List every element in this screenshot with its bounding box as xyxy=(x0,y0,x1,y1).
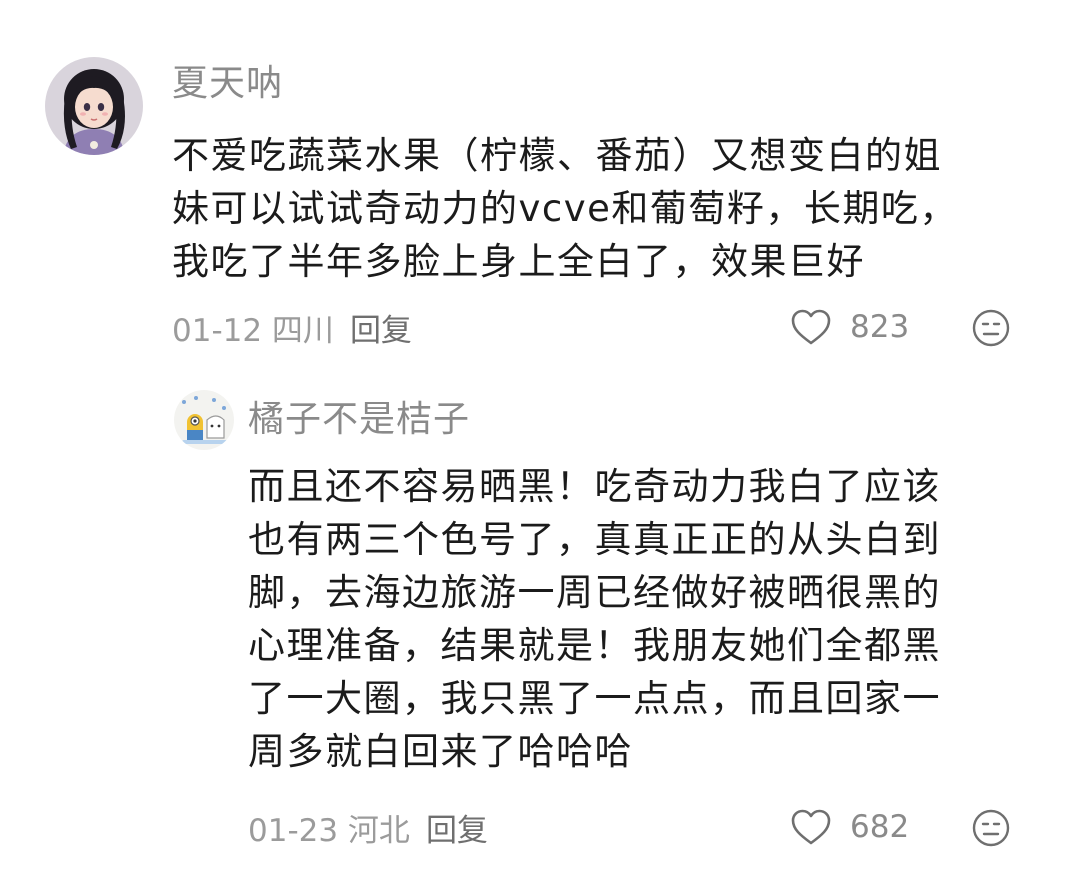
comment-text-line: 周多就白回来了哈哈哈 xyxy=(248,730,633,773)
main-comment-text: 不爱吃蔬菜水果（柠檬、番茄）又想变白的姐 妹可以试试奇动力的vcve和葡萄籽，长… xyxy=(172,129,1042,288)
reply-comment-text: 而且还不容易晒黑！吃奇动力我白了应该 也有两三个色号了，真真正正的从头白到 脚，… xyxy=(248,460,1038,778)
like-count: 682 xyxy=(850,809,910,845)
comment-text-line: 我吃了半年多脸上身上全白了，效果巨好 xyxy=(172,240,865,283)
like-count: 823 xyxy=(850,309,910,345)
comment-text-line: 心理准备，结果就是！我朋友她们全都黑 xyxy=(248,624,941,667)
comment-text-line: 而且还不容易晒黑！吃奇动力我白了应该 xyxy=(248,465,941,508)
like-button[interactable]: 823 xyxy=(790,305,909,349)
comment-text-line: 妹可以试试奇动力的vcve和葡萄籽，长期吃， xyxy=(172,187,958,230)
comment-text-line: 也有两三个色号了，真真正正的从头白到 xyxy=(248,518,941,561)
comment-text-line: 脚，去海边旅游一周已经做好被晒很黑的 xyxy=(248,571,941,614)
reply-button[interactable]: 回复 xyxy=(350,305,412,350)
heart-outline-icon[interactable] xyxy=(790,308,832,346)
girl-avatar-icon[interactable] xyxy=(45,57,143,155)
unhappy-face-icon[interactable] xyxy=(972,809,1010,847)
unhappy-face-icon[interactable] xyxy=(972,309,1010,347)
comment-text-line: 了一大圈，我只黑了一点点，而且回家一 xyxy=(248,677,941,720)
heart-outline-icon[interactable] xyxy=(790,808,832,846)
reply-comment-username[interactable]: 橘子不是桔子 xyxy=(248,398,470,442)
reply-comment-meta: 01-23 河北 回复 xyxy=(248,805,488,849)
like-button[interactable]: 682 xyxy=(790,805,909,849)
reply-button[interactable]: 回复 xyxy=(426,805,488,850)
cartoon-avatar-icon[interactable] xyxy=(174,390,234,450)
comment-date-location: 01-23 河北 xyxy=(248,812,410,849)
comment-text-line: 不爱吃蔬菜水果（柠檬、番茄）又想变白的姐 xyxy=(172,134,942,177)
comment-thread: 夏天呐 不爱吃蔬菜水果（柠檬、番茄）又想变白的姐 妹可以试试奇动力的vcve和葡… xyxy=(0,0,1076,880)
comment-date-location: 01-12 四川 xyxy=(172,312,334,349)
main-comment-meta: 01-12 四川 回复 xyxy=(172,305,412,349)
main-comment-username[interactable]: 夏天呐 xyxy=(172,62,283,106)
